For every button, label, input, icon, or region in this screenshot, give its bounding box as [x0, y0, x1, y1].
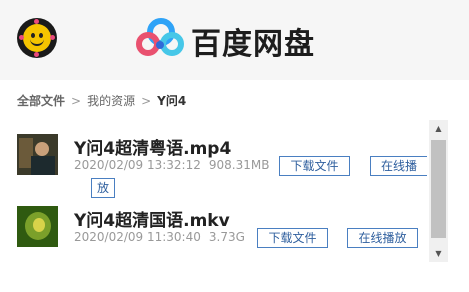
download-button[interactable]: 下载文件 — [257, 228, 328, 248]
scroll-down-arrow-icon[interactable]: ▼ — [429, 245, 448, 262]
file-meta: 2020/02/09 13:32:12 908.31MB — [74, 158, 269, 172]
file-size: 3.73G — [208, 230, 245, 244]
file-date: 2020/02/09 13:32:12 — [74, 158, 201, 172]
avatar-dot — [34, 52, 39, 57]
baidu-netdisk-logo-icon — [136, 18, 184, 56]
page: 百度网盘 全部文件 > 我的资源 > Y问4 Y问4超清粤语.mp4 2020/02/0… — [0, 0, 469, 292]
breadcrumb-my-resources[interactable]: 我的资源 — [87, 94, 135, 108]
play-online-button-wrap[interactable]: 放 — [91, 178, 115, 198]
brand-title: 百度网盘 — [191, 27, 315, 62]
breadcrumb-separator: > — [71, 94, 82, 108]
scroll-up-arrow-icon[interactable]: ▲ — [429, 120, 448, 137]
play-online-button[interactable]: 在线播放 — [347, 228, 418, 248]
play-online-button[interactable]: 在线播 — [370, 156, 427, 176]
breadcrumb-separator: > — [141, 94, 152, 108]
avatar-dot — [50, 35, 55, 40]
user-avatar[interactable] — [17, 18, 57, 58]
scrollbar-thumb[interactable] — [431, 140, 446, 238]
vertical-scrollbar[interactable]: ▲ ▼ — [429, 120, 448, 262]
smiley-face-icon — [23, 24, 51, 52]
avatar-dot — [34, 19, 39, 24]
file-row: Y问4超清粤语.mp4 2020/02/09 13:32:12 908.31MB … — [17, 134, 427, 198]
breadcrumb: 全部文件 > 我的资源 > Y问4 — [17, 92, 186, 109]
file-meta: 2020/02/09 11:30:40 3.73G — [74, 230, 245, 244]
file-date: 2020/02/09 11:30:40 — [74, 230, 201, 244]
avatar-dot — [19, 35, 24, 40]
breadcrumb-current-folder: Y问4 — [157, 94, 187, 108]
avatar-mouth — [30, 38, 44, 46]
file-size: 908.31MB — [208, 158, 270, 172]
file-name[interactable]: Y问4超清粤语.mp4 — [74, 134, 231, 159]
download-button[interactable]: 下载文件 — [279, 156, 350, 176]
file-row: Y问4超清国语.mkv 2020/02/09 11:30:40 3.73G 下载文… — [17, 206, 427, 266]
header: 百度网盘 — [0, 0, 469, 80]
file-name[interactable]: Y问4超清国语.mkv — [74, 206, 230, 231]
breadcrumb-all-files[interactable]: 全部文件 — [17, 94, 65, 108]
video-thumbnail[interactable] — [17, 134, 58, 175]
video-thumbnail[interactable] — [17, 206, 58, 247]
